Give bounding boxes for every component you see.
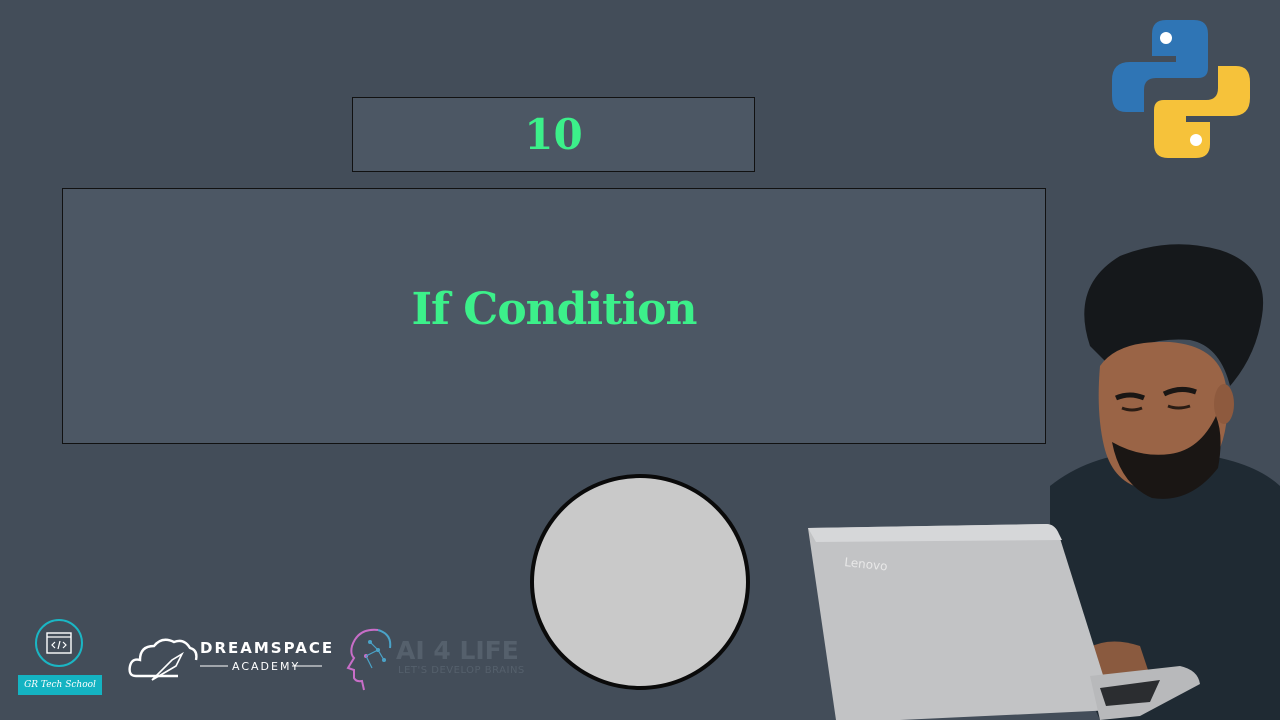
gr-logo-ribbon: GR Tech School [18,675,102,695]
ai4life-sub: LET'S DEVELOP BRAINS [398,665,525,676]
dreamspace-academy-logo: DREAMSPACE ACADEMY [128,630,332,690]
brain-head-icon [346,628,392,691]
dreamspace-name: DREAMSPACE [200,639,335,657]
placeholder-circle [530,474,750,690]
presenter-with-laptop: Lenovo [808,244,1280,720]
lesson-title: If Condition [411,283,697,335]
ai4life-logo: AI 4 LIFE LET'S DEVELOP BRAINS [344,626,534,692]
lesson-number-box: 10 [352,97,755,172]
gr-tech-school-logo: GR Tech School [16,618,106,698]
dreamspace-sub: ACADEMY [232,660,301,673]
python-logo-icon [1112,20,1250,158]
ai4life-name: AI 4 LIFE [396,636,519,665]
gr-logo-label: GR Tech School [24,680,96,690]
lesson-number: 10 [524,110,583,159]
gr-logo-circle [35,619,83,667]
code-window-icon [46,632,72,654]
